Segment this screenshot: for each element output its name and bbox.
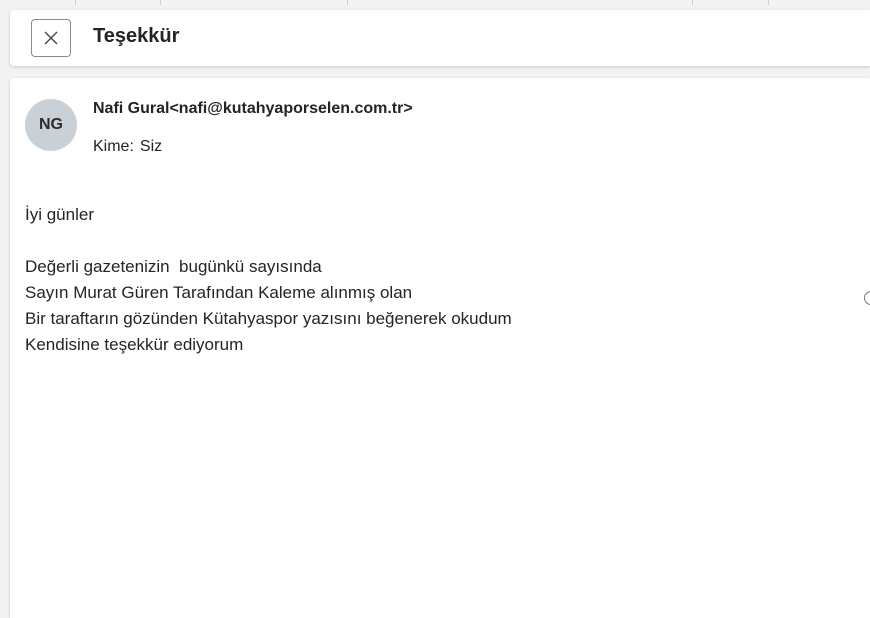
close-icon (44, 31, 58, 45)
body-spacer (25, 228, 512, 254)
toolbar-divider (692, 0, 693, 5)
close-button[interactable] (31, 19, 71, 57)
body-line: Değerli gazetenizin bugünkü sayısında (25, 257, 322, 276)
message-header: Teşekkür (10, 10, 870, 66)
toolbar-divider (160, 0, 161, 5)
body-line: Sayın Murat Güren Tarafından Kaleme alın… (25, 283, 413, 302)
body-greeting: İyi günler (25, 205, 94, 224)
toolbar-divider (768, 0, 769, 5)
body-line: Kendisine teşekkür ediyorum (25, 335, 244, 354)
recipient-value[interactable]: Siz (140, 138, 162, 155)
sender-name[interactable]: Nafi Gural<nafi@kutahyaporselen.com.tr> (93, 100, 413, 118)
message-pane: NG Nafi Gural<nafi@kutahyaporselen.com.t… (10, 78, 870, 618)
recipient-line: Kime: Siz (93, 138, 162, 156)
toolbar-divider (75, 0, 76, 5)
toolbar-divider (347, 0, 348, 5)
sender-avatar[interactable]: NG (25, 99, 77, 151)
recipient-label: Kime: (93, 138, 134, 155)
body-line: Bir taraftarın gözünden Kütahyaspor yazı… (25, 309, 512, 328)
message-body: İyi günler Değerli gazetenizin bugünkü s… (25, 202, 512, 358)
toolbar-remnant (0, 0, 870, 8)
message-subject: Teşekkür (93, 25, 180, 47)
